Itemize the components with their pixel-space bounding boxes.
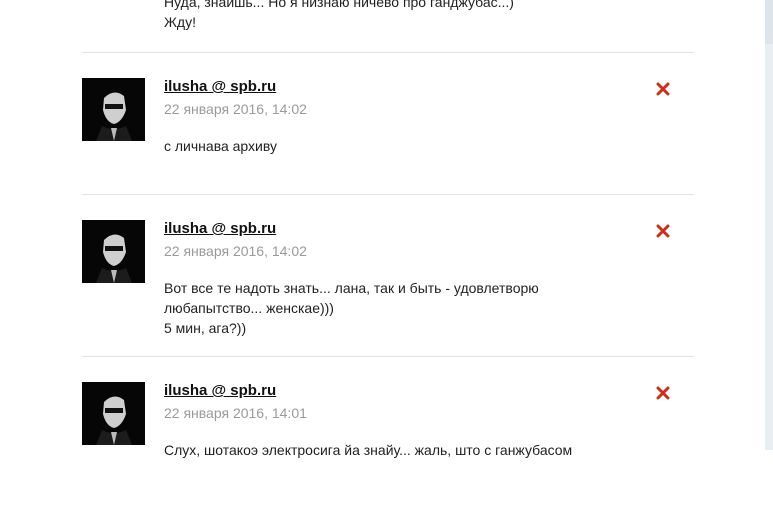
comment-item: ilusha @ spb.ru 22 января 2016, 14:02 Во…: [82, 220, 694, 360]
comment-author-link[interactable]: ilusha @ spb.ru: [164, 382, 276, 400]
close-icon: [656, 82, 670, 96]
close-icon: [656, 224, 670, 238]
comment-body: Вот все те надоть знать... лана, так и б…: [164, 278, 604, 338]
delete-button[interactable]: [656, 82, 670, 96]
comment-date: 22 января 2016, 14:02: [164, 243, 307, 259]
comment-body: Слух, шотакоэ электросига йа знайу... жа…: [164, 440, 604, 460]
avatar[interactable]: [82, 78, 145, 141]
delete-button[interactable]: [656, 224, 670, 238]
comment-item: ilusha @ spb.ru 22 января 2016, 14:02 с …: [82, 78, 694, 218]
comment-text-line: Нуда, знаишь... Но я низнаю ничево про г…: [164, 0, 514, 10]
comment-item: ilusha @ spb.ru 22 января 2016, 14:01 Сл…: [82, 382, 694, 522]
comment-text-line: Вот все те надоть знать... лана, так и б…: [164, 280, 539, 296]
previous-comment-tail: Нуда, знаишь... Но я низнаю ничево про г…: [164, 0, 684, 32]
avatar-image: [82, 78, 145, 141]
comment-author-link[interactable]: ilusha @ spb.ru: [164, 78, 276, 96]
comment-date: 22 января 2016, 14:02: [164, 101, 307, 117]
comment-author-link[interactable]: ilusha @ spb.ru: [164, 220, 276, 238]
close-icon: [656, 386, 670, 400]
scrollbar-thumb[interactable]: [765, 0, 773, 44]
comment-date: 22 января 2016, 14:01: [164, 405, 307, 421]
delete-button[interactable]: [656, 386, 670, 400]
page-scrollbar[interactable]: [765, 0, 773, 450]
comment-separator: [82, 52, 694, 53]
avatar[interactable]: [82, 220, 145, 283]
comment-separator: [82, 194, 694, 195]
comment-text-line: с личнава архиву: [164, 138, 278, 154]
avatar[interactable]: [82, 382, 145, 445]
comment-text-line: любапытство... женскае))): [164, 300, 334, 316]
comment-text-line: Жду!: [164, 14, 196, 30]
comment-separator: [82, 356, 694, 357]
comment-text-line: 5 мин, ага?)): [164, 320, 247, 336]
comment-text-line: Слух, шотакоэ электросига йа знайу... жа…: [164, 442, 573, 458]
avatar-image: [82, 382, 145, 445]
comment-body: с личнава архиву: [164, 136, 604, 156]
avatar-image: [82, 220, 145, 283]
